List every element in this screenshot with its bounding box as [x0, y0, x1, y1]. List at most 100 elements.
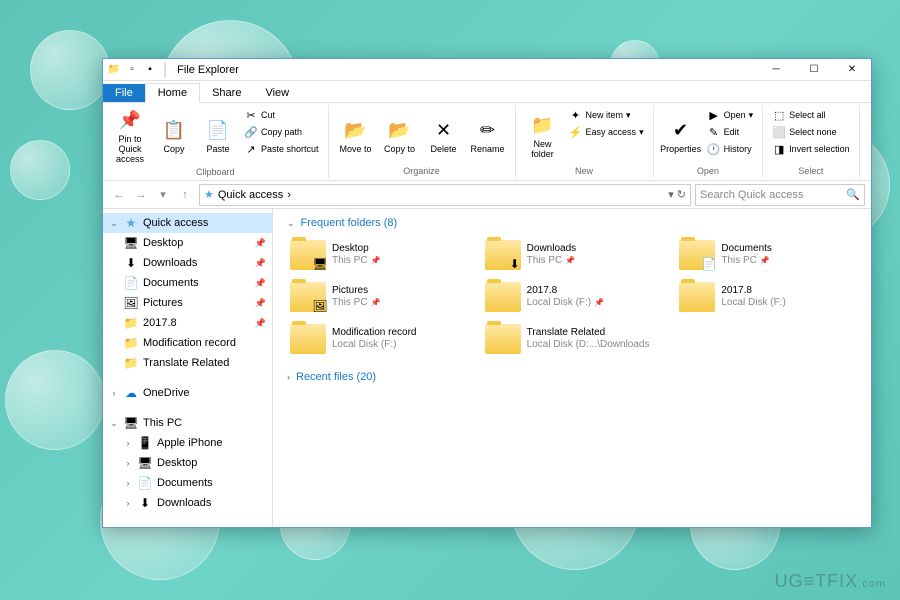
- sidebar-item[interactable]: 📁Modification record: [103, 333, 272, 353]
- folder-location: This PC 📌: [332, 297, 381, 309]
- item-icon: ⬇: [123, 255, 139, 271]
- sidebar-item-label: Apple iPhone: [157, 437, 222, 449]
- star-icon: ★: [123, 215, 139, 231]
- dropdown-icon[interactable]: ▾: [668, 188, 674, 201]
- refresh-icon[interactable]: ↻: [677, 188, 686, 201]
- group-label: Organize: [335, 166, 509, 176]
- item-icon: 📄: [123, 275, 139, 291]
- select-all-button[interactable]: ⬚Select all: [769, 107, 853, 123]
- sidebar-this-pc[interactable]: ⌄ 🖥 This PC: [103, 413, 272, 433]
- minimize-button[interactable]: ─: [757, 59, 795, 81]
- folder-item[interactable]: 🖼PicturesThis PC 📌: [287, 279, 468, 315]
- paste-shortcut-button[interactable]: ↗Paste shortcut: [241, 141, 322, 157]
- sidebar-item[interactable]: ›📱Apple iPhone: [103, 433, 272, 453]
- sidebar-item[interactable]: 🖥Desktop📌: [103, 233, 272, 253]
- folder-item[interactable]: 🖥DesktopThis PC 📌: [287, 237, 468, 273]
- group-label: Clipboard: [109, 167, 322, 177]
- sidebar-item[interactable]: 📁2017.8📌: [103, 313, 272, 333]
- delete-button[interactable]: ✕Delete: [423, 107, 465, 166]
- folder-location: This PC 📌: [721, 255, 772, 267]
- folder-location: Local Disk (F:) 📌: [527, 297, 604, 309]
- close-button[interactable]: ✕: [833, 59, 871, 81]
- back-button[interactable]: ←: [109, 185, 129, 205]
- folder-item[interactable]: 2017.8Local Disk (F:) 📌: [482, 279, 663, 315]
- forward-button[interactable]: →: [131, 185, 151, 205]
- select-none-button[interactable]: ⬜Select none: [769, 124, 853, 140]
- sidebar-quick-access[interactable]: ⌄ ★ Quick access: [103, 213, 272, 233]
- sidebar-item[interactable]: ›📄Documents: [103, 473, 272, 493]
- address-input[interactable]: ★ Quick access › ▾ ↻: [199, 184, 691, 206]
- chevron-down-icon: ⌄: [109, 218, 119, 229]
- folder-location: Local Disk (D:...\Downloads: [527, 339, 650, 351]
- sidebar-item-label: Documents: [143, 277, 199, 289]
- move-to-button[interactable]: 📂Move to: [335, 107, 377, 166]
- rename-button[interactable]: ✏Rename: [467, 107, 509, 166]
- pin-icon: 📌: [371, 298, 381, 308]
- copy-to-button[interactable]: 📂Copy to: [379, 107, 421, 166]
- invert-selection-button[interactable]: ◨Invert selection: [769, 141, 853, 157]
- cut-button[interactable]: ✂Cut: [241, 107, 322, 123]
- folder-icon: 🖼: [290, 282, 326, 312]
- chevron-down-icon: ⌄: [287, 218, 295, 229]
- folder-item[interactable]: 2017.8Local Disk (F:): [676, 279, 857, 315]
- frequent-folders-header[interactable]: ⌄ Frequent folders (8): [287, 217, 857, 229]
- folder-name: Downloads: [527, 243, 576, 255]
- easyaccess-icon: ⚡: [569, 125, 583, 139]
- copy-button[interactable]: 📋Copy: [153, 107, 195, 167]
- folder-icon: 🖥: [290, 240, 326, 270]
- properties-button[interactable]: ✔Properties: [660, 107, 702, 166]
- sidebar-item[interactable]: 📁Translate Related: [103, 353, 272, 373]
- folder-name: Desktop: [332, 243, 381, 255]
- up-button[interactable]: ↑: [175, 185, 195, 205]
- edit-button[interactable]: ✎Edit: [704, 124, 757, 140]
- copy-path-button[interactable]: 🔗Copy path: [241, 124, 322, 140]
- chevron-right-icon: ›: [287, 372, 290, 382]
- tab-view[interactable]: View: [253, 84, 301, 102]
- separator: |: [163, 61, 167, 79]
- sidebar-item[interactable]: 🖼Pictures📌: [103, 293, 272, 313]
- paste-button[interactable]: 📄Paste: [197, 107, 239, 167]
- recent-files-header[interactable]: › Recent files (20): [287, 371, 857, 383]
- pin-quick-access-button[interactable]: 📌Pin to Quick access: [109, 107, 151, 167]
- moveto-icon: 📂: [344, 119, 368, 143]
- sidebar-item-label: Pictures: [143, 297, 183, 309]
- copyto-icon: 📂: [388, 119, 412, 143]
- item-icon: 📁: [123, 315, 139, 331]
- sidebar-item[interactable]: ›⬇Downloads: [103, 493, 272, 513]
- sidebar-item[interactable]: ⬇Downloads📌: [103, 253, 272, 273]
- rename-icon: ✏: [476, 119, 500, 143]
- chevron-right-icon: ›: [123, 458, 133, 468]
- sidebar-item-label: Translate Related: [143, 357, 229, 369]
- easy-access-button[interactable]: ⚡Easy access ▾: [566, 124, 647, 140]
- tab-share[interactable]: Share: [200, 84, 253, 102]
- folder-item[interactable]: Modification recordLocal Disk (F:): [287, 321, 468, 357]
- sidebar-item[interactable]: 📄 Documents 📌: [103, 273, 272, 293]
- search-input[interactable]: Search Quick access 🔍: [695, 184, 865, 206]
- selectall-icon: ⬚: [772, 108, 786, 122]
- qat-doc-icon[interactable]: ▫: [125, 63, 139, 77]
- folder-item[interactable]: Translate RelatedLocal Disk (D:...\Downl…: [482, 321, 663, 357]
- new-item-button[interactable]: ✦New item ▾: [566, 107, 647, 123]
- tab-home[interactable]: Home: [145, 83, 200, 103]
- recent-dropdown[interactable]: ▾: [153, 185, 173, 205]
- address-location: Quick access: [218, 189, 283, 201]
- maximize-button[interactable]: ☐: [795, 59, 833, 81]
- invert-icon: ◨: [772, 142, 786, 156]
- open-button[interactable]: ▶Open ▾: [704, 107, 757, 123]
- tab-file[interactable]: File: [103, 84, 145, 102]
- pin-icon: 📌: [255, 278, 266, 289]
- folder-item[interactable]: ⬇DownloadsThis PC 📌: [482, 237, 663, 273]
- selectnone-icon: ⬜: [772, 125, 786, 139]
- address-separator: ›: [287, 189, 291, 201]
- history-button[interactable]: 🕐History: [704, 141, 757, 157]
- folder-item[interactable]: 📄DocumentsThis PC 📌: [676, 237, 857, 273]
- folder-location: This PC 📌: [527, 255, 576, 267]
- folder-name: Translate Related: [527, 327, 650, 339]
- sidebar-item[interactable]: ›🖥Desktop: [103, 453, 272, 473]
- folder-icon: 📄: [679, 240, 715, 270]
- item-icon: 🖼: [123, 295, 139, 311]
- sidebar-onedrive[interactable]: › ☁ OneDrive: [103, 383, 272, 403]
- new-folder-button[interactable]: 📁New folder: [522, 107, 564, 166]
- pin-icon: 📌: [118, 109, 142, 133]
- qat-props-icon[interactable]: ▪: [143, 63, 157, 77]
